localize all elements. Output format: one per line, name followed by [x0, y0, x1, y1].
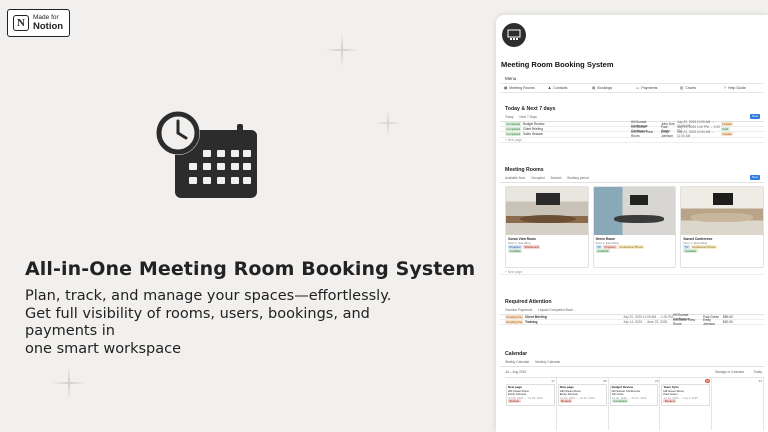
subheadline-line1: Plan, track, and manage your spaces—effo… [25, 288, 392, 304]
calendar-event[interactable]: Budget Review Hill Sunset Conference Joh… [609, 384, 659, 406]
room-photo [506, 187, 588, 235]
calendar-day[interactable]: 28 New page Hill Ocean Room Emily Johnso… [557, 378, 609, 430]
calendar-section: Calendar Weekly Calendar Monthly Calenda… [500, 351, 764, 430]
badge-line2: Notion [33, 20, 64, 32]
tab-unpaid-completed[interactable]: Unpaid Completed Book... [538, 308, 575, 312]
today-button[interactable]: Today [753, 370, 762, 374]
subheadline-line2: Get full visibility of rooms, users, boo… [25, 305, 370, 340]
menu-item-help-guide[interactable]: ? Help Guide [720, 84, 764, 92]
calendar-day[interactable]: 27 New page Hill Ocean Room Emily Johnso… [505, 378, 557, 430]
calendar-grid: 27 New page Hill Ocean Room Emily Johnso… [505, 377, 764, 430]
new-button[interactable]: New [750, 114, 760, 119]
tab-booked[interactable]: Booked [551, 176, 562, 180]
menu-item-bookings[interactable]: ▤ Bookings [588, 84, 632, 92]
table-row[interactable]: Pending Pay Training July 14, 2025 → Jun… [500, 318, 764, 326]
person-icon: ♟ [548, 86, 552, 90]
tab-next-7-days[interactable]: Next 7 Days [520, 115, 537, 119]
made-for-notion-badge: N Made for Notion [7, 9, 70, 37]
new-page-row[interactable]: + New page [500, 270, 764, 276]
room-card[interactable]: Sunset Conference Floor 1, West Wing TV … [680, 186, 765, 268]
tab-booking-period[interactable]: Booking period [567, 176, 588, 180]
today-heading: Today & Next 7 days [505, 106, 556, 112]
new-button[interactable]: New [750, 175, 760, 180]
subheadline: Plan, track, and manage your spaces—effo… [25, 288, 445, 358]
tab-occupied[interactable]: Occupied [531, 176, 544, 180]
meeting-room-logo-icon [502, 23, 526, 47]
sparkle-icon [52, 366, 86, 400]
calendar-event[interactable]: New page Hill Ocean Room Emily Johnson J… [506, 384, 555, 406]
help-icon: ? [724, 86, 726, 90]
page-title: Meeting Room Booking System [501, 60, 614, 69]
menu-label: Menu [505, 76, 517, 81]
today-section: Today & Next 7 days Today Next 7 Days Ne… [500, 106, 764, 143]
today-marker: 30 [704, 379, 711, 383]
card-icon: ▭ [636, 86, 640, 90]
room-photo [593, 187, 676, 235]
room-card[interactable]: Green Room Floor 2, East Wing TV Project… [592, 186, 677, 268]
calendar-event[interactable]: New page Hill Ocean Room Emily Johnson J… [557, 384, 607, 406]
calendar-day[interactable]: 30 Team Sync Hill Green Room Paul Green … [660, 378, 713, 430]
menu-bar: ▦ Meeting Rooms ♟ Contacts ▤ Bookings ▭ Paym… [500, 83, 764, 93]
tab-overdue-payments[interactable]: Overdue Payments [505, 308, 532, 312]
manage-in-calendar-link[interactable]: Manage in Calendar [715, 370, 744, 374]
calendar-month: Jul – Aug 2025 [505, 370, 527, 374]
headline: All-in-One Meeting Room Booking System [25, 258, 476, 280]
menu-item-payments[interactable]: ▭ Payments [632, 84, 676, 92]
calendar-icon: ▤ [592, 86, 596, 90]
meeting-rooms-section: Meeting Rooms Available Now Occupied Boo… [500, 167, 765, 276]
meeting-rooms-heading: Meeting Rooms [505, 167, 544, 173]
notion-logo-icon: N [13, 15, 29, 31]
tab-available-now[interactable]: Available Now [505, 176, 525, 180]
calendar-day[interactable]: 29 Budget Review Hill Sunset Conference … [609, 378, 661, 430]
grid-icon: ▦ [504, 86, 508, 90]
room-card[interactable]: Ocean View Room Floor 3, Sea Wing Projec… [505, 186, 589, 268]
clock-calendar-icon [156, 111, 257, 198]
sparkle-icon [375, 110, 401, 136]
calendar-event[interactable]: Team Sync Hill Green Room Paul Green Jul… [661, 384, 711, 406]
menu-item-charts[interactable]: ▥ Charts [676, 84, 720, 92]
required-attention-section: Required Attention Overdue Payments Unpa… [500, 299, 764, 326]
room-photo [681, 187, 764, 235]
subheadline-line3: one smart workspace [25, 340, 182, 357]
menu-item-meeting-rooms[interactable]: ▦ Meeting Rooms [500, 84, 544, 92]
sparkle-icon [325, 33, 359, 67]
tab-today[interactable]: Today [505, 115, 514, 119]
calendar-heading: Calendar [505, 351, 528, 357]
required-attention-heading: Required Attention [505, 299, 552, 305]
calendar-day[interactable]: 31 [712, 378, 764, 430]
chart-icon: ▥ [680, 86, 684, 90]
notion-page-preview: Meeting Room Booking System Menu ▦ Meetin… [496, 15, 768, 432]
tab-weekly-calendar[interactable]: Weekly Calendar [505, 360, 529, 364]
tab-monthly-calendar[interactable]: Monthly Calendar [535, 360, 560, 364]
menu-item-contacts[interactable]: ♟ Contacts [544, 84, 588, 92]
